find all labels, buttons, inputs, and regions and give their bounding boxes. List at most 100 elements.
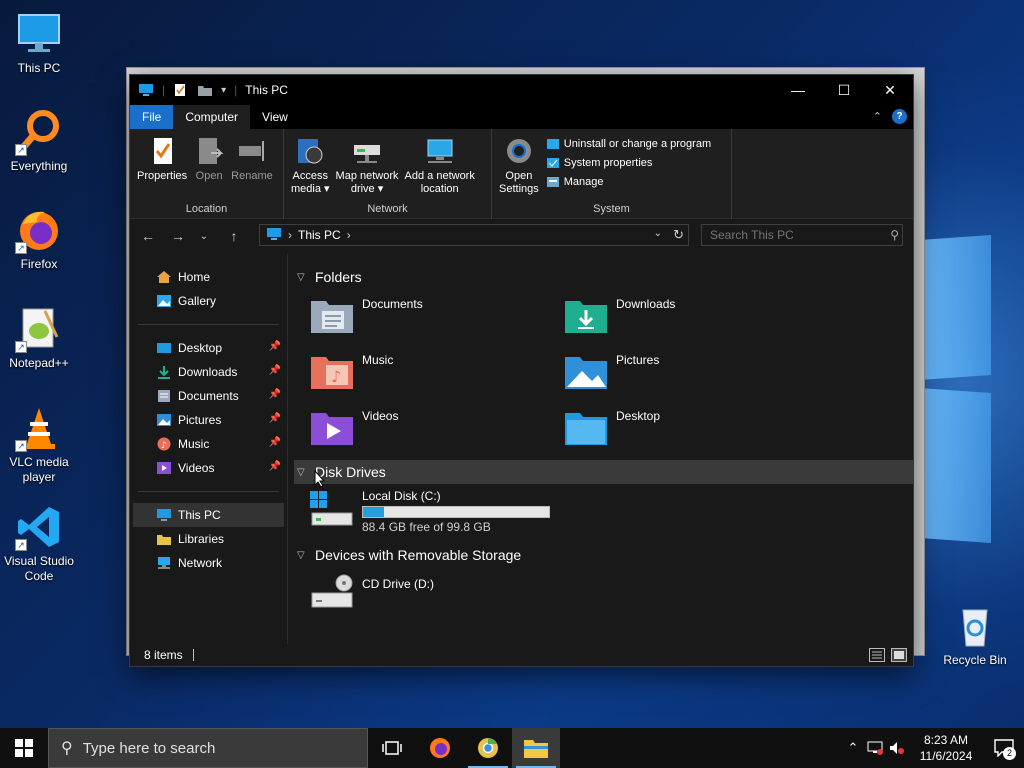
file-explorer-window[interactable]: | ▾ | This PC — ☐ ✕ File Computer View ⌃…	[129, 74, 914, 667]
tab-view[interactable]: View	[250, 105, 300, 129]
vscode-icon: ↗	[15, 503, 63, 551]
nav-item-downloads[interactable]: Downloads 📌	[130, 360, 287, 384]
notification-count-badge: 2	[1003, 747, 1016, 760]
desktop-icon-firefox[interactable]: ↗ Firefox	[1, 206, 77, 272]
taskbar-firefox[interactable]	[416, 728, 464, 768]
address-bar[interactable]: › This PC › ⌄ ↻	[259, 224, 689, 246]
programs-icon	[546, 137, 560, 151]
uninstall-program-button[interactable]: Uninstall or change a program	[546, 137, 711, 151]
pin-icon[interactable]: 📌	[269, 389, 281, 400]
taskbar-search-placeholder: Type here to search	[82, 739, 216, 757]
show-hidden-icons-chevron-icon[interactable]: ⌃	[842, 728, 864, 768]
folder-documents[interactable]: Documents	[310, 297, 423, 335]
videos-icon	[156, 461, 172, 475]
task-view-button[interactable]	[368, 728, 416, 768]
refresh-icon[interactable]: ↻	[673, 227, 684, 243]
nav-item-videos[interactable]: Videos 📌	[130, 456, 287, 480]
drive-local-disk-c[interactable]: Local Disk (C:) 88.4 GB free of 99.8 GB	[310, 489, 550, 534]
desktop-icon-notepadpp[interactable]: ↗ Notepad++	[1, 305, 77, 371]
desktop-icon-recycle-bin[interactable]: Recycle Bin	[937, 602, 1013, 668]
collapse-ribbon-icon[interactable]: ⌃	[873, 110, 882, 123]
details-view-button[interactable]	[869, 648, 885, 662]
section-removable-storage[interactable]: ▽ Devices with Removable Storage	[294, 543, 913, 567]
section-folders[interactable]: ▽ Folders	[294, 265, 913, 289]
system-properties-button[interactable]: System properties	[546, 156, 711, 170]
windows-logo-icon	[15, 739, 33, 757]
desktop-icon-everything[interactable]: ↗ Everything	[1, 108, 77, 174]
chevron-right-icon[interactable]: ›	[347, 228, 351, 242]
forward-button[interactable]: →	[166, 224, 190, 248]
system-properties-icon	[546, 156, 560, 170]
maximize-button[interactable]: ☐	[821, 75, 867, 105]
ribbon-group-label: Location	[185, 203, 228, 215]
ribbon-group-location: Properties Open Rename Location	[130, 129, 284, 219]
task-view-icon	[382, 741, 402, 755]
manage-button[interactable]: Manage	[546, 175, 711, 189]
pin-icon[interactable]: 📌	[269, 437, 281, 448]
folder-pictures[interactable]: Pictures	[564, 353, 659, 391]
clock-time: 8:23 AM	[923, 733, 969, 747]
desktop-icon-label: Firefox	[20, 257, 58, 271]
content-pane[interactable]: ▽ Folders Documents Downloads ♪ Music Pi…	[288, 253, 913, 644]
explorer-body: Home Gallery Desktop 📌 Downloads 📌 Docum…	[130, 253, 913, 644]
breadcrumb-this-pc[interactable]: This PC	[298, 228, 341, 242]
properties-check-icon[interactable]	[173, 83, 189, 97]
new-folder-icon[interactable]	[197, 83, 213, 97]
tab-file[interactable]: File	[130, 105, 174, 129]
taskbar-chrome[interactable]	[464, 728, 512, 768]
navigation-pane[interactable]: Home Gallery Desktop 📌 Downloads 📌 Docum…	[130, 253, 288, 644]
network-status-icon[interactable]	[864, 728, 886, 768]
chevron-down-icon: ⌄	[199, 230, 209, 242]
title-bar[interactable]: | ▾ | This PC — ☐ ✕	[130, 75, 913, 105]
back-button[interactable]: ←	[136, 224, 160, 248]
desktop-icon-vscode[interactable]: ↗ Visual Studio Code	[1, 503, 77, 584]
section-disk-drives[interactable]: ▽ Disk Drives	[294, 460, 913, 484]
firefox-icon: ↗	[15, 206, 63, 254]
folder-videos[interactable]: Videos	[310, 409, 398, 447]
magnifier-icon: ↗	[15, 108, 63, 156]
notifications-button[interactable]: 2	[984, 728, 1024, 768]
nav-item-home[interactable]: Home	[130, 265, 287, 289]
drive-cd-d[interactable]: CD Drive (D:)	[310, 573, 434, 613]
browser-icon	[478, 738, 498, 758]
up-button[interactable]: ↑	[222, 224, 246, 248]
nav-item-documents[interactable]: Documents 📌	[130, 384, 287, 408]
nav-item-libraries[interactable]: Libraries	[130, 527, 287, 551]
nav-item-pictures[interactable]: Pictures 📌	[130, 408, 287, 432]
start-button[interactable]	[0, 728, 48, 768]
desktop-icon-this-pc[interactable]: This PC	[1, 10, 77, 76]
nav-item-network[interactable]: Network	[130, 551, 287, 575]
chevron-down-icon[interactable]: ▾	[221, 85, 226, 96]
recent-locations-button[interactable]: ⌄	[192, 224, 216, 248]
windows-drive-icon	[310, 489, 354, 529]
large-icons-view-button[interactable]	[891, 648, 907, 662]
pin-icon[interactable]: 📌	[269, 341, 281, 352]
folder-downloads[interactable]: Downloads	[564, 297, 675, 335]
tab-computer[interactable]: Computer	[173, 105, 251, 129]
pin-icon[interactable]: 📌	[269, 461, 281, 472]
clock[interactable]: 8:23 AM 11/6/2024	[908, 732, 984, 764]
desktop-icon-label: Everything	[10, 159, 68, 173]
libraries-icon	[156, 532, 172, 546]
search-input[interactable]	[701, 224, 903, 246]
nav-item-music[interactable]: ♪ Music 📌	[130, 432, 287, 456]
desktop-icon-vlc[interactable]: ↗ VLC media player	[1, 404, 77, 485]
pin-icon[interactable]: 📌	[269, 365, 281, 376]
help-icon[interactable]: ?	[892, 109, 907, 124]
close-button[interactable]: ✕	[867, 75, 913, 105]
pin-icon[interactable]: 📌	[269, 413, 281, 424]
taskbar-search-box[interactable]: ⚲ Type here to search	[48, 728, 368, 768]
minimize-button[interactable]: —	[775, 75, 821, 105]
nav-item-gallery[interactable]: Gallery	[130, 289, 287, 313]
address-dropdown-icon[interactable]: ⌄	[654, 228, 662, 239]
notepadpp-icon: ↗	[15, 305, 63, 353]
nav-item-desktop[interactable]: Desktop 📌	[130, 336, 287, 360]
folder-music[interactable]: ♪ Music	[310, 353, 393, 391]
taskbar-file-explorer[interactable]	[512, 728, 560, 768]
videos-folder-icon	[310, 409, 354, 447]
folder-desktop[interactable]: Desktop	[564, 409, 660, 447]
volume-muted-icon[interactable]	[886, 728, 908, 768]
open-icon	[193, 135, 225, 167]
pictures-folder-icon	[564, 353, 608, 391]
nav-item-this-pc[interactable]: This PC	[133, 503, 284, 527]
